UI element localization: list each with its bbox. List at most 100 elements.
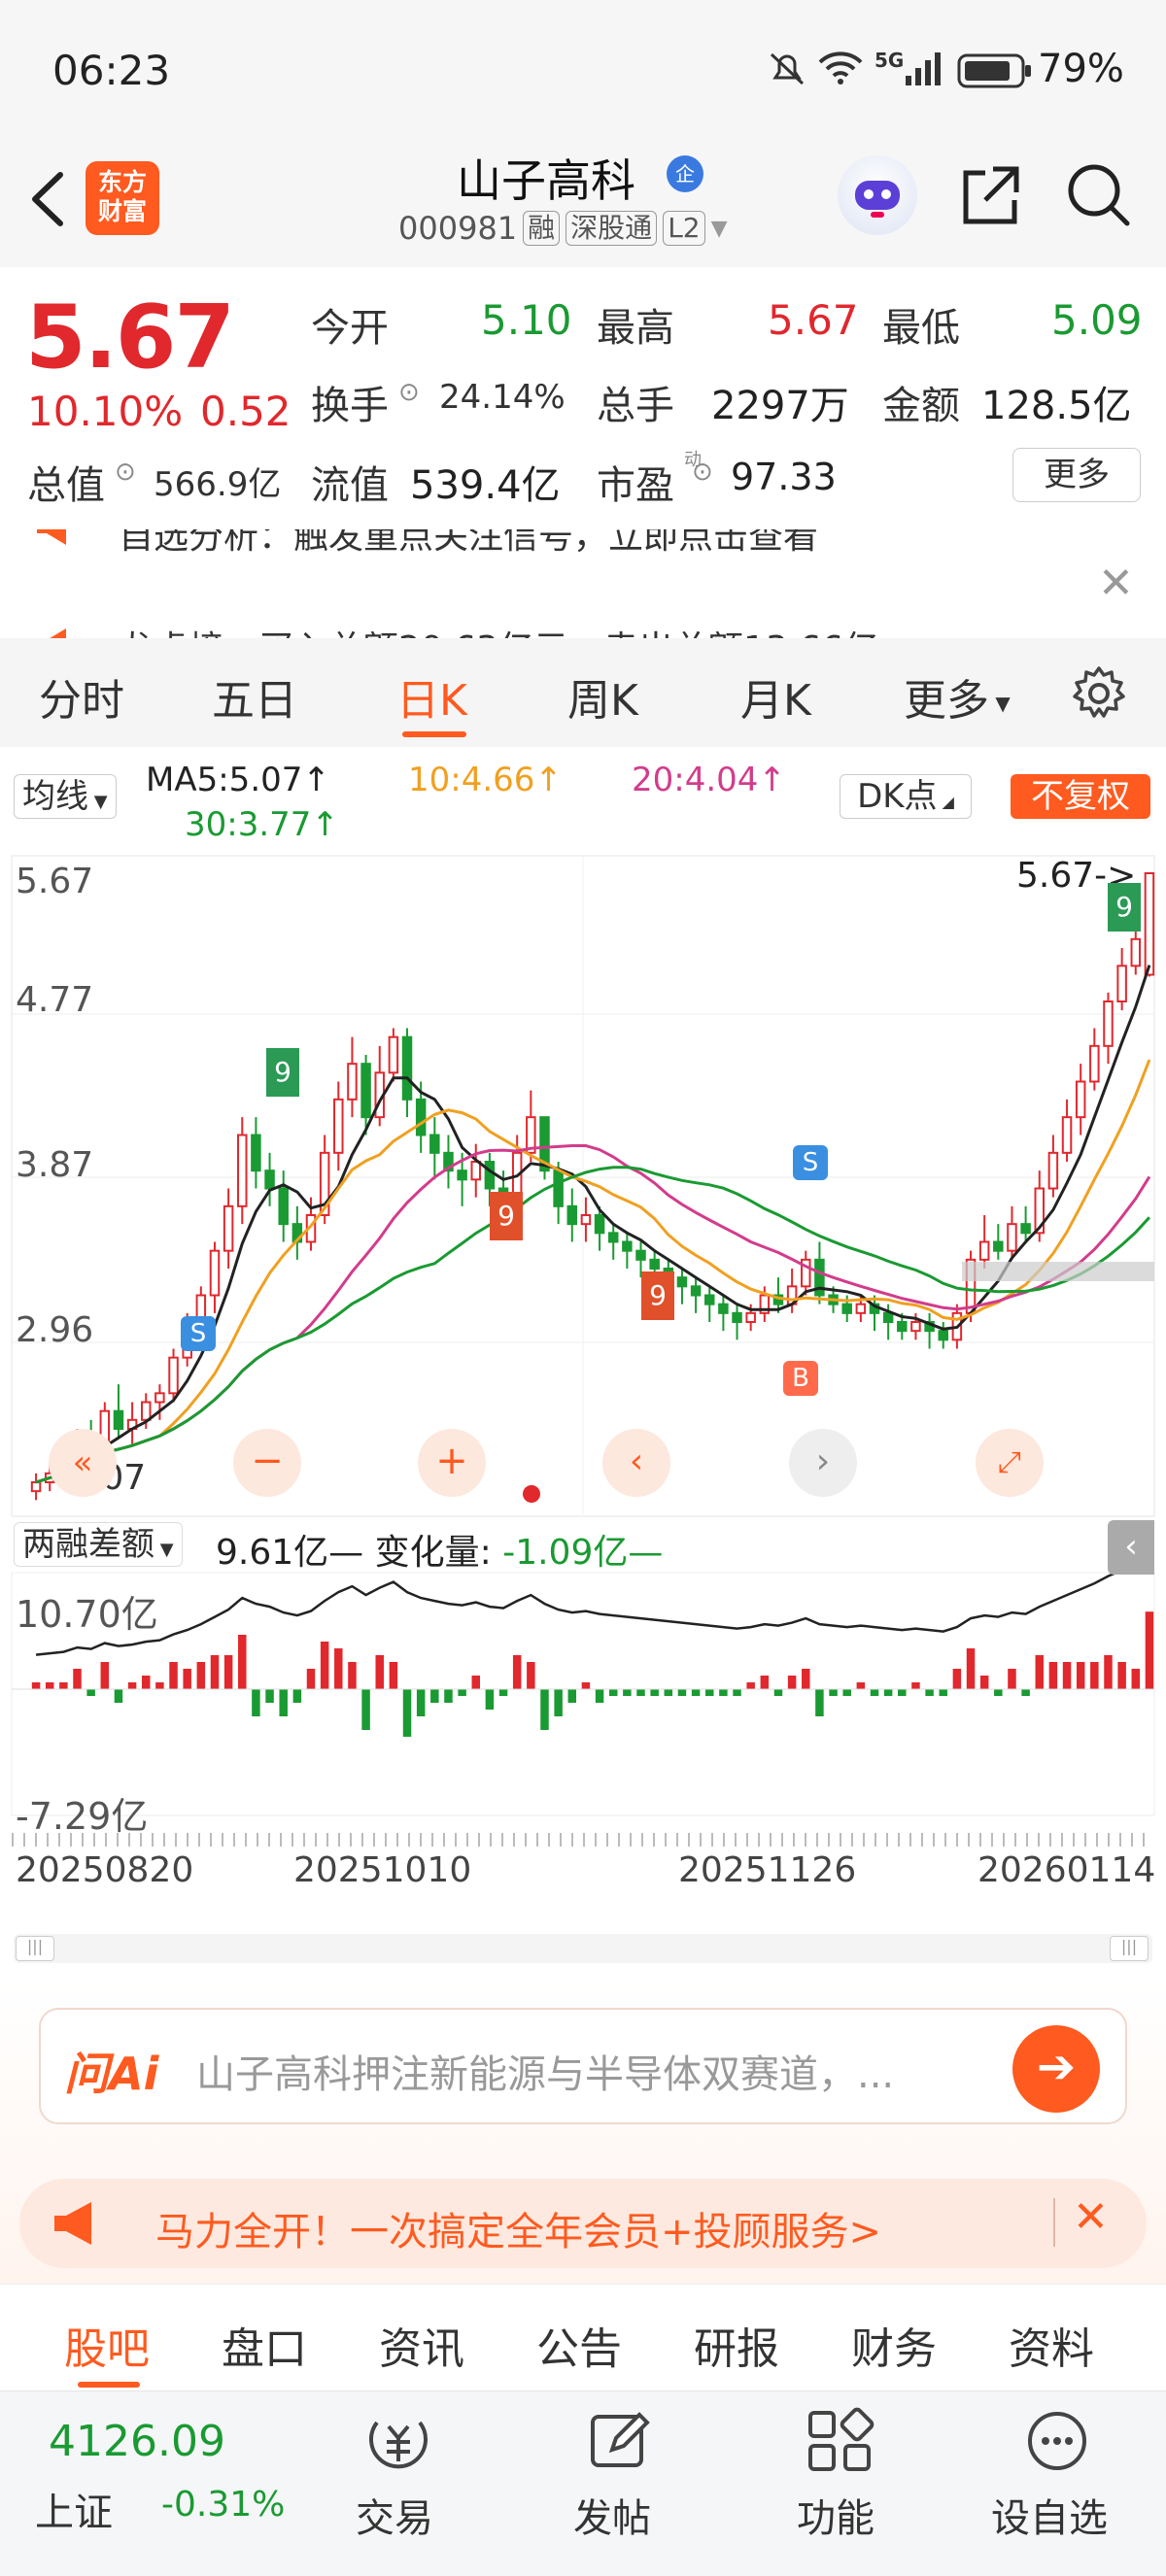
close-icon[interactable]: ✕	[1073, 2192, 1109, 2242]
kline-chart-area: 均线 ▼ MA5:5.07↑ 10:4.66↑ 20:4.04↑ 30:3.77…	[0, 747, 1166, 1981]
margin-diff-bar	[292, 1689, 302, 1703]
tab-research[interactable]: 研报	[694, 2314, 779, 2376]
kline-svg[interactable]	[0, 854, 1166, 1825]
candle-body	[1089, 1044, 1100, 1083]
scroll-left-icon[interactable]: ‹	[602, 1429, 670, 1497]
date-label-4: 20260114	[977, 1850, 1156, 1890]
date-label-3: 20251126	[678, 1850, 857, 1890]
index-value[interactable]: 4126.09	[49, 2417, 225, 2466]
more-button[interactable]: 更多	[1012, 448, 1141, 502]
candlestick-group	[30, 872, 1155, 1501]
tab-monthly-k[interactable]: 月K	[740, 665, 811, 728]
margin-diff-bar	[155, 1682, 164, 1689]
connect-tag: 深股通	[566, 211, 658, 246]
adjustment-button[interactable]: 不复权	[1011, 774, 1150, 819]
zoom-in-icon[interactable]: +	[418, 1429, 486, 1497]
signal-icon	[904, 51, 943, 87]
fast-back-icon[interactable]: «	[49, 1429, 117, 1497]
notice-line-2[interactable]: 龙虎榜：买入总额20.63亿元，卖出总额13.66亿	[119, 621, 878, 638]
back-button[interactable]	[19, 165, 78, 233]
collapse-panel-icon[interactable]: ‹	[1108, 1520, 1154, 1575]
margin-diff-bar	[691, 1689, 701, 1696]
tab-profile[interactable]: 资料	[1009, 2314, 1094, 2376]
candle-body	[1007, 1223, 1017, 1252]
arrow-right-icon[interactable]: ➔	[1012, 2025, 1100, 2113]
tab-financials[interactable]: 财务	[851, 2314, 937, 2376]
scroll-handle-left[interactable]: |||	[16, 1936, 54, 1961]
ai-question-box[interactable]: 问Ai 山子高科押注新能源与半导体双赛道，... ➔	[39, 2008, 1127, 2124]
candle-body	[1144, 872, 1155, 976]
tab-announcements[interactable]: 公告	[536, 2314, 622, 2376]
turnover-label: 换手	[311, 384, 389, 428]
pe-value: 97.33	[731, 456, 837, 498]
margin-diff-bar	[59, 1682, 68, 1689]
close-icon[interactable]: ✕	[1098, 559, 1134, 608]
tab-orderbook[interactable]: 盘口	[222, 2314, 307, 2376]
settings-gear-icon[interactable]	[1069, 663, 1129, 724]
margin-diff-bar	[389, 1662, 398, 1689]
tab-news[interactable]: 资讯	[379, 2314, 464, 2376]
support-band	[962, 1262, 1154, 1281]
margin-tag: 融	[523, 211, 561, 246]
sub-indicator-selector[interactable]: 两融差额 ▼	[14, 1522, 183, 1567]
candle-body	[278, 1187, 289, 1226]
price-axis-3: 3.87	[16, 1145, 94, 1185]
margin-diff-bar	[196, 1662, 206, 1689]
tab-more[interactable]: 更多 ▼	[904, 665, 1011, 728]
dk-point-button[interactable]: DK点 ◢	[840, 774, 972, 819]
scroll-right-icon[interactable]: ›	[789, 1429, 857, 1497]
volume-value: 2297万	[711, 384, 849, 428]
add-watchlist-icon[interactable]	[1018, 2407, 1096, 2475]
margin-diff-bar	[608, 1689, 618, 1696]
candle-body	[978, 1240, 990, 1261]
tab-daily-k[interactable]: 日K	[396, 665, 467, 728]
functions-grid-icon[interactable]	[801, 2407, 878, 2475]
dropdown-icon[interactable]: ▼	[711, 217, 728, 241]
compose-post-icon[interactable]	[581, 2407, 659, 2475]
candle-body	[470, 1161, 482, 1181]
trade-icon[interactable]	[360, 2407, 437, 2475]
margin-diff-bar	[444, 1689, 453, 1703]
ai-assistant-icon[interactable]	[838, 155, 917, 235]
price-axis-2: 4.77	[16, 980, 94, 1020]
margin-diff-bar	[1021, 1689, 1030, 1696]
margin-diff-bar	[334, 1648, 343, 1689]
ai-prompt-text: 山子高科押注新能源与半导体双赛道，...	[196, 2052, 895, 2097]
notice-line-1[interactable]: 自选分析：触发重点关注信号，立即点击查看	[119, 529, 818, 559]
margin-diff-bar	[142, 1676, 151, 1689]
index-change: -0.31%	[161, 2485, 286, 2525]
candle-body	[209, 1249, 221, 1297]
fullscreen-icon[interactable]: ⤢	[976, 1429, 1044, 1497]
margin-diff-bar	[567, 1689, 577, 1703]
stock-code: 000981	[398, 210, 518, 247]
margin-diff-bar	[183, 1669, 191, 1689]
tab-intraday[interactable]: 分时	[39, 665, 124, 728]
margin-diff-bar	[911, 1682, 920, 1689]
info-icon[interactable]: ⊙	[115, 458, 136, 487]
buy-signal-icon[interactable]: B	[783, 1361, 818, 1396]
margin-diff-bar	[73, 1669, 82, 1689]
sell-signal-icon[interactable]: S	[181, 1316, 216, 1351]
info-icon[interactable]: ⊙	[398, 378, 420, 407]
margin-diff-bar	[1035, 1655, 1044, 1689]
zoom-out-icon[interactable]: −	[233, 1429, 301, 1497]
margin-diff-bar	[540, 1689, 549, 1730]
stock-code-row: 000981 融 深股通 L2 ▼	[398, 210, 728, 247]
caret-down-icon: ▼	[154, 1540, 174, 1560]
scroll-handle-right[interactable]: |||	[1110, 1936, 1149, 1961]
share-icon[interactable]	[956, 161, 1024, 229]
ma-selector[interactable]: 均线 ▼	[14, 774, 117, 819]
info-icon[interactable]: ⊙	[692, 458, 713, 487]
margin-diff-bar	[650, 1689, 659, 1696]
nine-turn-marker-icon: 9	[266, 1048, 299, 1097]
promo-banner[interactable]: 马力全开！一次搞定全年会员+投顾服务> ✕	[19, 2179, 1147, 2268]
margin-diff-bar	[677, 1689, 687, 1696]
trade-label: 交易	[356, 2496, 433, 2541]
tab-weekly-k[interactable]: 周K	[567, 665, 638, 728]
tab-forum[interactable]: 股吧	[64, 2314, 150, 2376]
chart-scrollbar[interactable]: ||| |||	[14, 1934, 1152, 1963]
search-icon[interactable]	[1065, 161, 1133, 229]
tab-five-day[interactable]: 五日	[212, 665, 297, 728]
candle-body	[223, 1204, 234, 1252]
sell-signal-icon[interactable]: S	[793, 1145, 828, 1180]
